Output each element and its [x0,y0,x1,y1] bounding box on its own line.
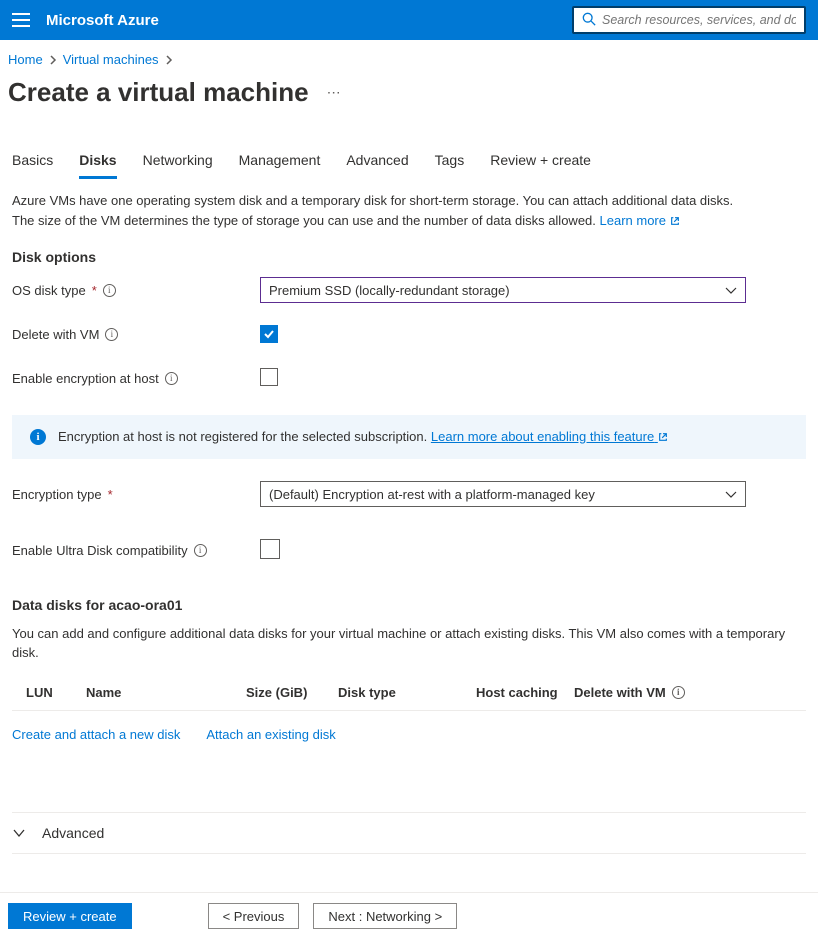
tab-networking[interactable]: Networking [143,152,213,179]
wizard-footer: Review + create < Previous Next : Networ… [0,892,818,943]
search-icon [582,12,596,29]
attach-disk-link[interactable]: Attach an existing disk [206,727,335,742]
chevron-right-icon [165,55,173,65]
page-title: Create a virtual machine [8,77,309,108]
advanced-section-toggle[interactable]: Advanced [12,812,806,854]
intro-text: Azure VMs have one operating system disk… [12,191,806,231]
create-disk-link[interactable]: Create and attach a new disk [12,727,180,742]
next-button[interactable]: Next : Networking > [313,903,457,929]
tab-basics[interactable]: Basics [12,152,53,179]
menu-icon[interactable] [12,13,30,27]
chevron-down-icon [725,487,737,502]
ultra-disk-label: Enable Ultra Disk compatibility [12,543,188,558]
encryption-type-select[interactable]: (Default) Encryption at-rest with a plat… [260,481,746,507]
banner-text: Encryption at host is not registered for… [58,429,427,444]
external-link-icon [658,430,668,445]
col-cache: Host caching [476,685,574,700]
info-icon: i [30,429,46,445]
encryption-type-label: Encryption type [12,487,102,502]
brand-label: Microsoft Azure [46,12,159,29]
info-icon[interactable]: i [103,284,116,297]
learn-more-link[interactable]: Learn more [600,213,680,228]
tab-review[interactable]: Review + create [490,152,591,179]
chevron-down-icon [725,283,737,298]
page-content: Home Virtual machines Create a virtual m… [0,40,818,854]
external-link-icon [670,212,680,232]
chevron-down-icon [12,825,26,841]
data-disks-table-header: LUN Name Size (GiB) Disk type Host cachi… [12,677,806,711]
wizard-tabs: Basics Disks Networking Management Advan… [12,152,806,179]
intro-line1: Azure VMs have one operating system disk… [12,193,733,208]
tab-advanced[interactable]: Advanced [346,152,408,179]
info-icon[interactable]: i [194,544,207,557]
required-marker: * [92,283,97,298]
info-icon[interactable]: i [165,372,178,385]
tab-management[interactable]: Management [239,152,321,179]
col-name: Name [86,685,246,700]
info-icon[interactable]: i [672,686,685,699]
chevron-right-icon [49,55,57,65]
delete-with-vm-label: Delete with VM [12,327,99,342]
col-size: Size (GiB) [246,685,338,700]
breadcrumb: Home Virtual machines [8,52,810,67]
encryption-type-value: (Default) Encryption at-rest with a plat… [269,487,595,502]
col-type: Disk type [338,685,476,700]
tab-disks[interactable]: Disks [79,152,116,179]
encryption-info-banner: i Encryption at host is not registered f… [12,415,806,459]
encrypt-host-checkbox[interactable] [260,368,278,386]
intro-line2: The size of the VM determines the type o… [12,213,596,228]
os-disk-type-label: OS disk type [12,283,86,298]
os-disk-type-value: Premium SSD (locally-redundant storage) [269,283,510,298]
tab-tags[interactable]: Tags [435,152,465,179]
col-lun: LUN [12,685,86,700]
review-create-button[interactable]: Review + create [8,903,132,929]
col-delete: Delete with VM [574,685,666,700]
breadcrumb-vm[interactable]: Virtual machines [63,52,159,67]
data-disks-intro: You can add and configure additional dat… [12,625,806,663]
delete-with-vm-checkbox[interactable] [260,325,278,343]
global-search[interactable] [572,6,806,34]
breadcrumb-home[interactable]: Home [8,52,43,67]
advanced-section-label: Advanced [42,825,104,841]
search-input[interactable] [602,13,796,27]
banner-learn-more-link[interactable]: Learn more about enabling this feature [431,429,668,444]
top-bar: Microsoft Azure [0,0,818,40]
ultra-disk-checkbox[interactable] [260,539,280,559]
disk-options-heading: Disk options [12,249,806,265]
info-icon[interactable]: i [105,328,118,341]
encrypt-host-label: Enable encryption at host [12,371,159,386]
more-actions-icon[interactable]: ⋯ [327,84,343,101]
previous-button[interactable]: < Previous [208,903,300,929]
os-disk-type-select[interactable]: Premium SSD (locally-redundant storage) [260,277,746,303]
data-disks-heading: Data disks for acao-ora01 [12,597,806,613]
required-marker: * [108,487,113,502]
